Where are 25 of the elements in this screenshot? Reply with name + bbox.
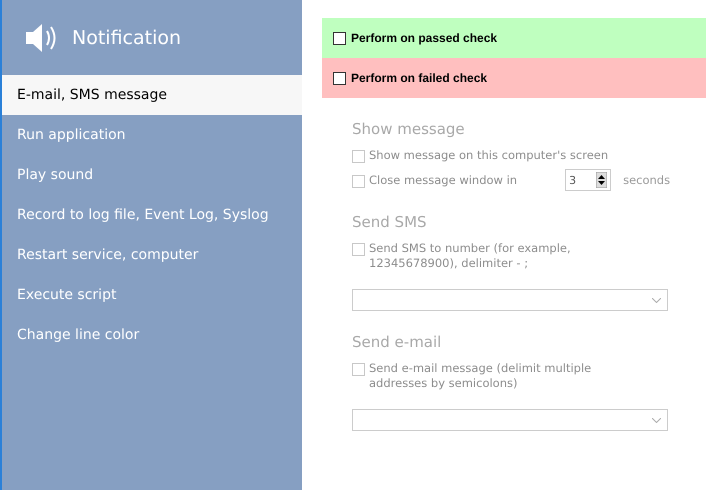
sidebar-item[interactable]: Run application (2, 115, 302, 155)
spinner-arrows-icon[interactable] (596, 172, 608, 188)
chevron-down-icon (652, 298, 661, 302)
checkbox[interactable] (333, 72, 346, 84)
chevron-down-icon (652, 418, 661, 422)
checkbox-label: Close message window in (369, 173, 518, 188)
sidebar-item[interactable]: Execute script (2, 275, 302, 315)
sidebar-item[interactable]: Play sound (2, 155, 302, 195)
unit-label: seconds (623, 173, 670, 187)
sidebar-item[interactable]: Change line color (2, 315, 302, 355)
panel-title: Notification (72, 26, 182, 48)
checkbox-label: Perform on passed check (351, 31, 498, 45)
dropdown[interactable] (352, 409, 668, 431)
checkbox-label: Send SMS to number (for example, 12345678900), delimiter - ; (369, 241, 572, 271)
section-heading: Show message (352, 120, 466, 138)
dropdown[interactable] (352, 289, 668, 311)
checkbox-label: Send e-mail message (delimit multiple addresses by semicolons) (369, 361, 592, 391)
section-heading: Send SMS (352, 213, 428, 231)
checkbox[interactable] (333, 32, 346, 44)
sidebar-item[interactable]: E-mail, SMS message (2, 75, 302, 115)
sidebar-item[interactable]: Restart service, computer (2, 235, 302, 275)
sidebar-item[interactable]: Record to log file, Event Log, Syslog (2, 195, 302, 235)
checkbox-label: Perform on failed check (351, 71, 488, 85)
section-heading: Send e-mail (352, 333, 442, 351)
checkbox-label: Show message on this computer's screen (369, 148, 610, 163)
